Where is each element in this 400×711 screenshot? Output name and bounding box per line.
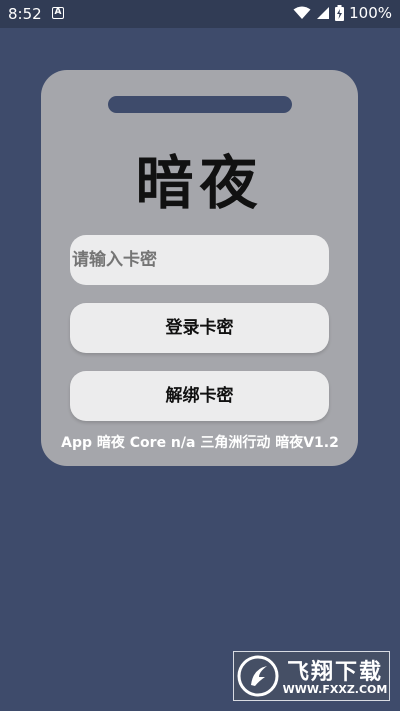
watermark-name: 飞翔下载 [286, 660, 383, 685]
signal-icon [317, 7, 330, 19]
status-bar: 8:52 A 100% [0, 0, 400, 28]
unbind-button[interactable]: 解绑卡密 [70, 371, 329, 421]
status-indicators: 100% [293, 4, 392, 22]
card-notch [108, 96, 292, 113]
watermark: 飞翔下载 WWW.FXXZ.COM [233, 651, 390, 701]
notification-icon: A [52, 7, 64, 19]
version-info: App 暗夜 Core n/a 三角洲行动 暗夜V1.2 [61, 435, 339, 451]
wifi-icon [293, 6, 311, 19]
app-title: 暗夜 [135, 149, 264, 217]
watermark-url: WWW.FXXZ.COM [282, 683, 388, 696]
login-button[interactable]: 登录卡密 [70, 303, 329, 353]
watermark-logo-icon [237, 655, 279, 697]
battery-icon [335, 5, 345, 21]
app-screen: 8:52 A 100% 暗夜 登录卡密 解绑卡密 App 暗夜 Core n/a… [0, 0, 400, 711]
battery-level: 100% [349, 4, 392, 22]
card-key-input[interactable] [70, 235, 329, 285]
status-time: 8:52 [8, 5, 42, 23]
login-card: 暗夜 登录卡密 解绑卡密 [41, 70, 358, 466]
